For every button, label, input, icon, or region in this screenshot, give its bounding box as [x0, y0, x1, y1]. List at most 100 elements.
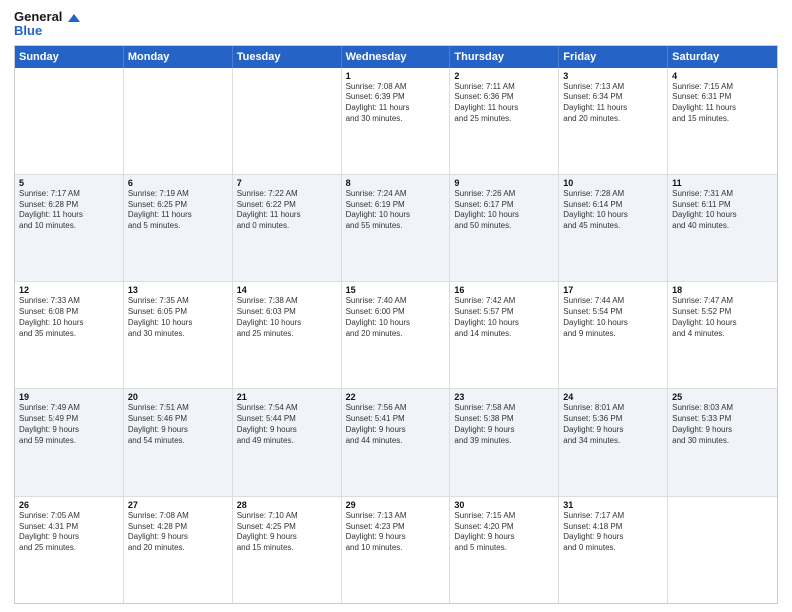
- weekday-header: Wednesday: [342, 46, 451, 68]
- calendar-cell: 6Sunrise: 7:19 AM Sunset: 6:25 PM Daylig…: [124, 175, 233, 281]
- cell-info: Sunrise: 7:56 AM Sunset: 5:41 PM Dayligh…: [346, 403, 446, 446]
- calendar-cell: 18Sunrise: 7:47 AM Sunset: 5:52 PM Dayli…: [668, 282, 777, 388]
- weekday-header: Friday: [559, 46, 668, 68]
- cell-info: Sunrise: 8:03 AM Sunset: 5:33 PM Dayligh…: [672, 403, 773, 446]
- calendar-cell: 27Sunrise: 7:08 AM Sunset: 4:28 PM Dayli…: [124, 497, 233, 603]
- cell-info: Sunrise: 7:54 AM Sunset: 5:44 PM Dayligh…: [237, 403, 337, 446]
- day-number: 16: [454, 285, 554, 295]
- calendar-cell: 28Sunrise: 7:10 AM Sunset: 4:25 PM Dayli…: [233, 497, 342, 603]
- cell-info: Sunrise: 7:08 AM Sunset: 6:39 PM Dayligh…: [346, 82, 446, 125]
- cell-info: Sunrise: 7:17 AM Sunset: 6:28 PM Dayligh…: [19, 189, 119, 232]
- calendar-row: 26Sunrise: 7:05 AM Sunset: 4:31 PM Dayli…: [15, 496, 777, 603]
- calendar-header: SundayMondayTuesdayWednesdayThursdayFrid…: [15, 46, 777, 68]
- cell-info: Sunrise: 7:11 AM Sunset: 6:36 PM Dayligh…: [454, 82, 554, 125]
- calendar-cell: 24Sunrise: 8:01 AM Sunset: 5:36 PM Dayli…: [559, 389, 668, 495]
- day-number: 25: [672, 392, 773, 402]
- day-number: 31: [563, 500, 663, 510]
- calendar-cell: 30Sunrise: 7:15 AM Sunset: 4:20 PM Dayli…: [450, 497, 559, 603]
- calendar-row: 1Sunrise: 7:08 AM Sunset: 6:39 PM Daylig…: [15, 68, 777, 174]
- day-number: 1: [346, 71, 446, 81]
- calendar-cell: 14Sunrise: 7:38 AM Sunset: 6:03 PM Dayli…: [233, 282, 342, 388]
- cell-info: Sunrise: 7:38 AM Sunset: 6:03 PM Dayligh…: [237, 296, 337, 339]
- day-number: 8: [346, 178, 446, 188]
- calendar: SundayMondayTuesdayWednesdayThursdayFrid…: [14, 45, 778, 604]
- day-number: 23: [454, 392, 554, 402]
- day-number: 28: [237, 500, 337, 510]
- calendar-cell: 19Sunrise: 7:49 AM Sunset: 5:49 PM Dayli…: [15, 389, 124, 495]
- calendar-body: 1Sunrise: 7:08 AM Sunset: 6:39 PM Daylig…: [15, 68, 777, 603]
- day-number: 6: [128, 178, 228, 188]
- calendar-cell: 9Sunrise: 7:26 AM Sunset: 6:17 PM Daylig…: [450, 175, 559, 281]
- day-number: 5: [19, 178, 119, 188]
- cell-info: Sunrise: 7:51 AM Sunset: 5:46 PM Dayligh…: [128, 403, 228, 446]
- cell-info: Sunrise: 7:08 AM Sunset: 4:28 PM Dayligh…: [128, 511, 228, 554]
- calendar-cell: 31Sunrise: 7:17 AM Sunset: 4:18 PM Dayli…: [559, 497, 668, 603]
- calendar-cell: 16Sunrise: 7:42 AM Sunset: 5:57 PM Dayli…: [450, 282, 559, 388]
- cell-info: Sunrise: 7:05 AM Sunset: 4:31 PM Dayligh…: [19, 511, 119, 554]
- cell-info: Sunrise: 7:44 AM Sunset: 5:54 PM Dayligh…: [563, 296, 663, 339]
- cell-info: Sunrise: 7:49 AM Sunset: 5:49 PM Dayligh…: [19, 403, 119, 446]
- header: General Blue: [14, 10, 778, 39]
- weekday-header: Saturday: [668, 46, 777, 68]
- calendar-cell: 15Sunrise: 7:40 AM Sunset: 6:00 PM Dayli…: [342, 282, 451, 388]
- day-number: 30: [454, 500, 554, 510]
- calendar-row: 12Sunrise: 7:33 AM Sunset: 6:08 PM Dayli…: [15, 281, 777, 388]
- calendar-cell: 23Sunrise: 7:58 AM Sunset: 5:38 PM Dayli…: [450, 389, 559, 495]
- day-number: 10: [563, 178, 663, 188]
- calendar-cell: 22Sunrise: 7:56 AM Sunset: 5:41 PM Dayli…: [342, 389, 451, 495]
- calendar-cell: 12Sunrise: 7:33 AM Sunset: 6:08 PM Dayli…: [15, 282, 124, 388]
- cell-info: Sunrise: 7:13 AM Sunset: 6:34 PM Dayligh…: [563, 82, 663, 125]
- cell-info: Sunrise: 7:13 AM Sunset: 4:23 PM Dayligh…: [346, 511, 446, 554]
- day-number: 2: [454, 71, 554, 81]
- day-number: 22: [346, 392, 446, 402]
- calendar-cell: [668, 497, 777, 603]
- calendar-cell: 20Sunrise: 7:51 AM Sunset: 5:46 PM Dayli…: [124, 389, 233, 495]
- day-number: 11: [672, 178, 773, 188]
- day-number: 14: [237, 285, 337, 295]
- day-number: 12: [19, 285, 119, 295]
- calendar-cell: 1Sunrise: 7:08 AM Sunset: 6:39 PM Daylig…: [342, 68, 451, 174]
- cell-info: Sunrise: 7:10 AM Sunset: 4:25 PM Dayligh…: [237, 511, 337, 554]
- day-number: 20: [128, 392, 228, 402]
- cell-info: Sunrise: 7:42 AM Sunset: 5:57 PM Dayligh…: [454, 296, 554, 339]
- calendar-cell: 26Sunrise: 7:05 AM Sunset: 4:31 PM Dayli…: [15, 497, 124, 603]
- logo: General Blue: [14, 10, 80, 39]
- day-number: 18: [672, 285, 773, 295]
- calendar-cell: 7Sunrise: 7:22 AM Sunset: 6:22 PM Daylig…: [233, 175, 342, 281]
- calendar-cell: 10Sunrise: 7:28 AM Sunset: 6:14 PM Dayli…: [559, 175, 668, 281]
- weekday-header: Tuesday: [233, 46, 342, 68]
- cell-info: Sunrise: 7:28 AM Sunset: 6:14 PM Dayligh…: [563, 189, 663, 232]
- day-number: 13: [128, 285, 228, 295]
- day-number: 24: [563, 392, 663, 402]
- day-number: 17: [563, 285, 663, 295]
- calendar-cell: 21Sunrise: 7:54 AM Sunset: 5:44 PM Dayli…: [233, 389, 342, 495]
- cell-info: Sunrise: 7:47 AM Sunset: 5:52 PM Dayligh…: [672, 296, 773, 339]
- calendar-cell: 5Sunrise: 7:17 AM Sunset: 6:28 PM Daylig…: [15, 175, 124, 281]
- day-number: 26: [19, 500, 119, 510]
- logo-text-general: General: [14, 10, 80, 24]
- cell-info: Sunrise: 7:40 AM Sunset: 6:00 PM Dayligh…: [346, 296, 446, 339]
- cell-info: Sunrise: 7:22 AM Sunset: 6:22 PM Dayligh…: [237, 189, 337, 232]
- cell-info: Sunrise: 7:15 AM Sunset: 4:20 PM Dayligh…: [454, 511, 554, 554]
- cell-info: Sunrise: 7:26 AM Sunset: 6:17 PM Dayligh…: [454, 189, 554, 232]
- calendar-cell: [124, 68, 233, 174]
- calendar-cell: 17Sunrise: 7:44 AM Sunset: 5:54 PM Dayli…: [559, 282, 668, 388]
- cell-info: Sunrise: 7:35 AM Sunset: 6:05 PM Dayligh…: [128, 296, 228, 339]
- logo-text-blue: Blue: [14, 24, 80, 38]
- day-number: 15: [346, 285, 446, 295]
- cell-info: Sunrise: 7:17 AM Sunset: 4:18 PM Dayligh…: [563, 511, 663, 554]
- calendar-cell: 8Sunrise: 7:24 AM Sunset: 6:19 PM Daylig…: [342, 175, 451, 281]
- calendar-cell: 29Sunrise: 7:13 AM Sunset: 4:23 PM Dayli…: [342, 497, 451, 603]
- weekday-header: Monday: [124, 46, 233, 68]
- cell-info: Sunrise: 7:24 AM Sunset: 6:19 PM Dayligh…: [346, 189, 446, 232]
- day-number: 7: [237, 178, 337, 188]
- weekday-header: Sunday: [15, 46, 124, 68]
- logo-container: General Blue: [14, 10, 80, 39]
- cell-info: Sunrise: 7:19 AM Sunset: 6:25 PM Dayligh…: [128, 189, 228, 232]
- day-number: 4: [672, 71, 773, 81]
- calendar-row: 5Sunrise: 7:17 AM Sunset: 6:28 PM Daylig…: [15, 174, 777, 281]
- calendar-cell: 11Sunrise: 7:31 AM Sunset: 6:11 PM Dayli…: [668, 175, 777, 281]
- calendar-cell: 3Sunrise: 7:13 AM Sunset: 6:34 PM Daylig…: [559, 68, 668, 174]
- cell-info: Sunrise: 7:15 AM Sunset: 6:31 PM Dayligh…: [672, 82, 773, 125]
- cell-info: Sunrise: 7:31 AM Sunset: 6:11 PM Dayligh…: [672, 189, 773, 232]
